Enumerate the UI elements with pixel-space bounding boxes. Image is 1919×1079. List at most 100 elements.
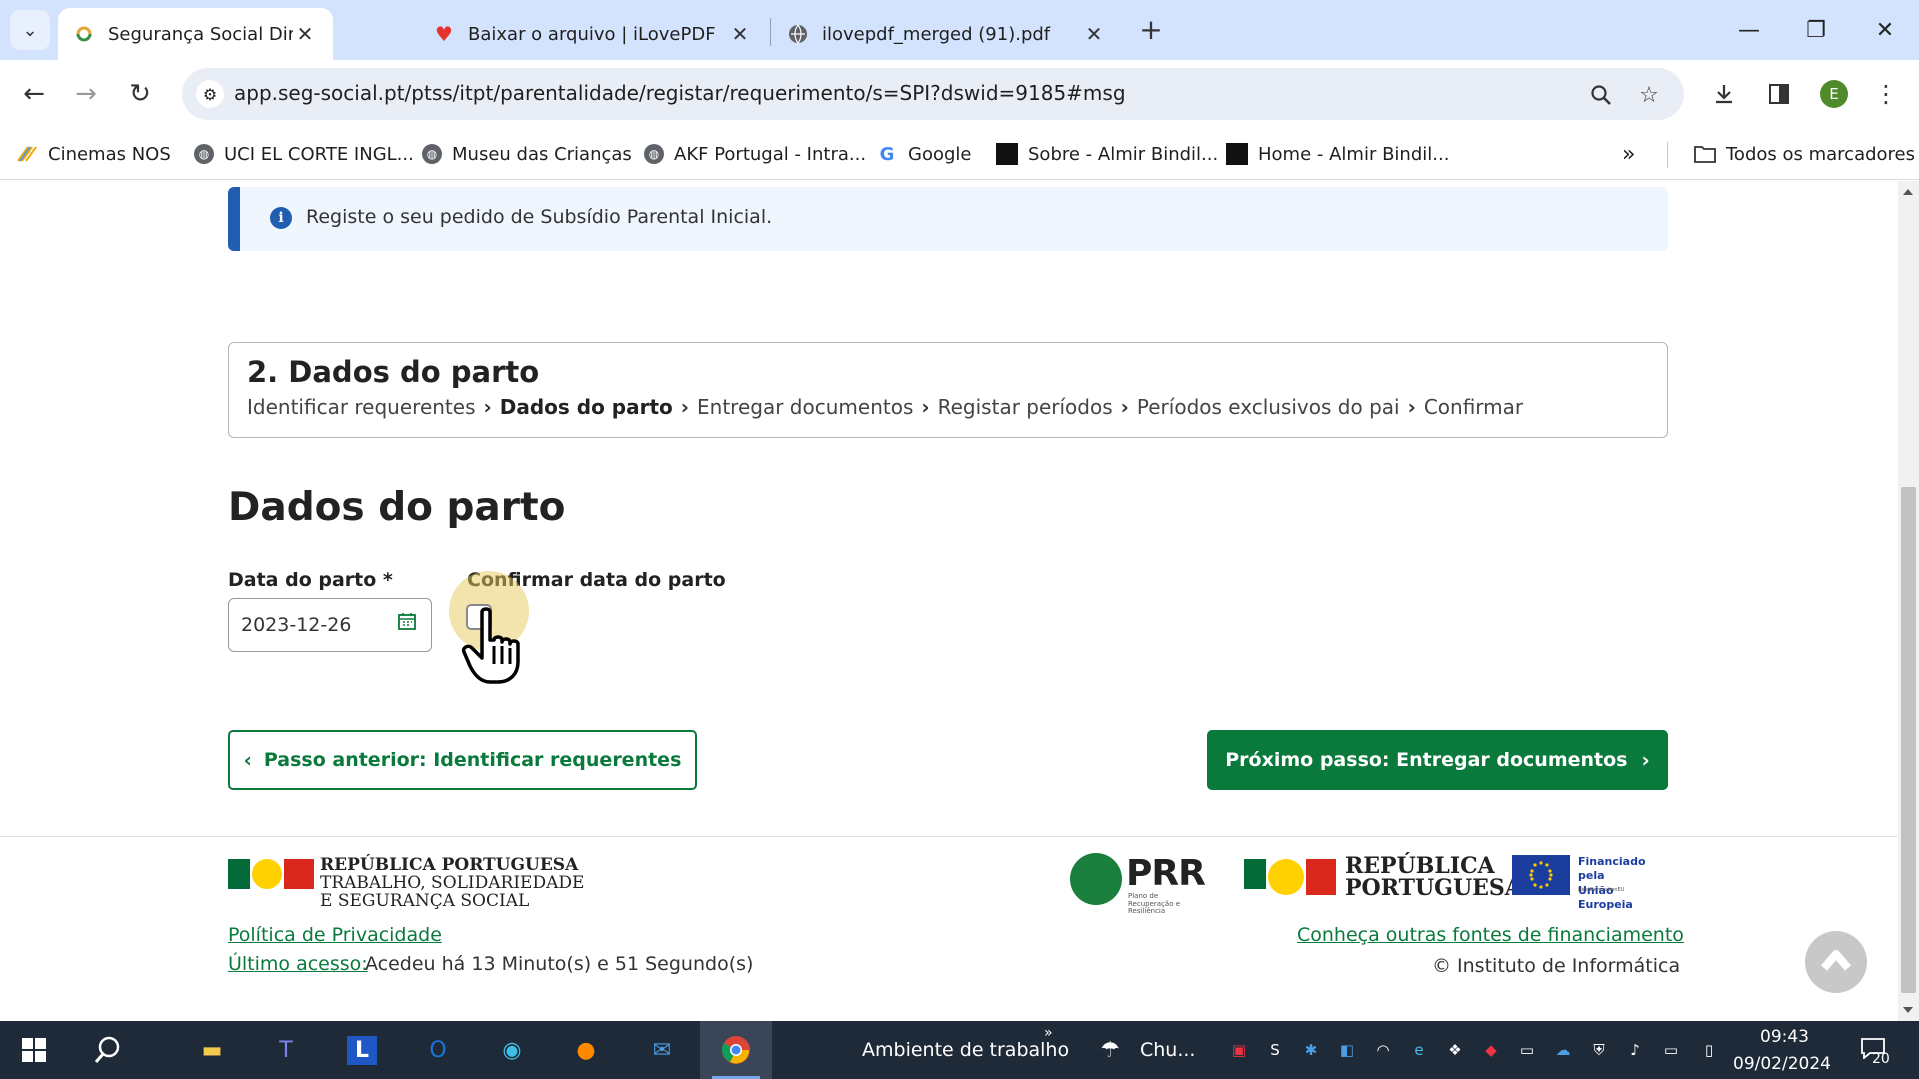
usb-icon[interactable]: ▯ [1698, 1039, 1720, 1061]
birth-date-input[interactable] [241, 611, 381, 639]
search-button[interactable] [88, 1030, 128, 1070]
dark-square-icon [996, 143, 1018, 165]
previous-step-button[interactable]: ‹ Passo anterior: Identificar requerente… [228, 730, 697, 790]
steps-progress: 2. Dados do parto Identificar requerente… [228, 342, 1668, 438]
bookmark-akf[interactable]: ◍ AKF Portugal - Intra... [644, 138, 866, 170]
onedrive-icon[interactable]: ☁ [1552, 1039, 1574, 1061]
bluetooth-icon[interactable]: ✱ [1300, 1039, 1322, 1061]
minimize-button[interactable]: — [1724, 8, 1774, 52]
close-window-button[interactable]: ✕ [1860, 8, 1910, 52]
rp-logo-line: REPÚBLICA [1345, 853, 1495, 879]
globe-icon [788, 24, 808, 44]
launcher-l-icon[interactable]: L [342, 1030, 382, 1070]
address-bar[interactable]: ⚙ app.seg-social.pt/ptss/itpt/parentalid… [182, 68, 1684, 120]
anydesk-icon[interactable]: ◆ [1480, 1039, 1502, 1061]
browser-tab-strip: ⌄ Segurança Social Direta ✕ ♥ Baixar o a… [0, 0, 1919, 60]
previous-step-label: Passo anterior: Identificar requerentes [263, 749, 682, 771]
edge-icon[interactable]: ◉ [492, 1030, 532, 1070]
close-tab-icon[interactable]: ✕ [1082, 22, 1106, 46]
dropbox-icon[interactable]: ❖ [1444, 1039, 1466, 1061]
bookmark-cinemas-nos[interactable]: Cinemas NOS [16, 138, 171, 170]
info-message: Registe o seu pedido de Subsídio Parenta… [306, 206, 773, 228]
minimize-icon: — [1738, 17, 1760, 43]
notifications-button[interactable]: 20 [1860, 1037, 1894, 1071]
chrome-icon[interactable] [716, 1030, 756, 1070]
funding-sources-link[interactable]: Conheça outras fontes de financiamento [1297, 924, 1684, 946]
more-bookmarks-button[interactable]: » [1622, 138, 1635, 170]
bookmark-museu[interactable]: ◍ Museu das Crianças [422, 138, 632, 170]
page-scrollbar[interactable] [1898, 181, 1919, 1021]
url-text[interactable]: app.seg-social.pt/ptss/itpt/parentalidad… [234, 81, 1126, 105]
bookmark-google[interactable]: G Google [876, 138, 972, 170]
breadcrumb-item-current: Dados do parto [499, 395, 673, 419]
scroll-down-arrow-icon[interactable] [1903, 1007, 1913, 1013]
teams-icon[interactable]: T [266, 1030, 306, 1070]
new-tab-button[interactable]: + [1134, 14, 1168, 48]
privacy-policy-link[interactable]: Política de Privacidade [228, 924, 442, 946]
logo-line: E SEGURANÇA SOCIAL [320, 891, 530, 911]
tab-pdf[interactable]: ilovepdf_merged (91).pdf ✕ [772, 8, 1122, 60]
bookmark-home-almir[interactable]: Home - Almir Bindil... [1226, 138, 1449, 170]
tray-app-icon[interactable]: ▭ [1516, 1039, 1538, 1061]
file-explorer-icon[interactable]: ▬ [192, 1030, 232, 1070]
google-icon: G [879, 143, 895, 165]
zoom-icon[interactable] [1586, 80, 1616, 110]
birth-date-field[interactable] [228, 598, 432, 652]
site-info-icon[interactable]: ⚙ [196, 80, 224, 108]
tray-app-icon[interactable]: ▣ [1228, 1039, 1250, 1061]
edge-tray-icon[interactable]: e [1408, 1039, 1430, 1061]
windows-start-button[interactable] [14, 1030, 54, 1070]
security-shield-icon[interactable]: ⛨ [1588, 1039, 1610, 1061]
logo-line: REPÚBLICA PORTUGUESA [320, 855, 579, 875]
next-step-button[interactable]: Próximo passo: Entregar documentos › [1207, 730, 1668, 790]
bookmark-sobre-almir[interactable]: Sobre - Almir Bindil... [996, 138, 1218, 170]
chevron-left-icon: ‹ [243, 748, 252, 772]
weather-rain-icon[interactable]: ☂ [1090, 1030, 1130, 1070]
arrow-left-icon: ← [23, 79, 45, 109]
tab-search-button[interactable]: ⌄ [10, 10, 50, 50]
tray-app-icon[interactable]: ◧ [1336, 1039, 1358, 1061]
scrollbar-thumb[interactable] [1901, 487, 1916, 993]
back-to-top-button[interactable] [1805, 931, 1867, 993]
tab-seguranca-social[interactable]: Segurança Social Direta ✕ [58, 8, 333, 60]
calendar-icon[interactable] [397, 611, 417, 631]
double-chevron-right-icon[interactable]: » [1044, 1025, 1053, 1041]
folder-icon [1694, 143, 1716, 165]
forward-button[interactable]: → [64, 72, 108, 116]
desktop-toolbar-label[interactable]: Ambiente de trabalho [862, 1039, 1069, 1061]
scroll-up-arrow-icon[interactable] [1903, 189, 1913, 195]
funding-logos: PRR Plano de Recuperação e Resiliência R… [1070, 853, 1670, 915]
restore-button[interactable]: ❐ [1791, 8, 1841, 52]
close-tab-icon[interactable]: ✕ [293, 22, 317, 46]
clock-date[interactable]: 09/02/2024 [1733, 1054, 1831, 1074]
more-menu-icon[interactable]: ⋮ [1864, 72, 1908, 116]
bookmark-uci[interactable]: ◍ UCI EL CORTE INGL... [194, 138, 414, 170]
firefox-icon[interactable]: ● [566, 1030, 606, 1070]
volume-icon[interactable]: ♪ [1624, 1039, 1646, 1061]
tab-ilovepdf[interactable]: ♥ Baixar o arquivo | iLovePDF ✕ [418, 8, 768, 60]
side-panel-icon[interactable] [1757, 72, 1801, 116]
all-bookmarks-button[interactable]: Todos os marcadores [1694, 138, 1915, 170]
birth-date-label: Data do parto * [228, 569, 393, 591]
back-button[interactable]: ← [12, 72, 56, 116]
bookmark-star-icon[interactable]: ☆ [1634, 80, 1664, 110]
download-icon[interactable] [1702, 72, 1746, 116]
battery-icon[interactable]: ▭ [1660, 1039, 1682, 1061]
clock-time[interactable]: 09:43 [1760, 1027, 1809, 1047]
reload-button[interactable]: ↻ [118, 72, 162, 116]
skype-icon[interactable]: S [1264, 1039, 1286, 1061]
bookmark-label: Home - Almir Bindil... [1258, 143, 1450, 165]
mail-icon[interactable]: ✉ [642, 1030, 682, 1070]
footer-divider [0, 836, 1898, 837]
outlook-icon[interactable]: O [418, 1030, 458, 1070]
chevron-right-icon: › [1120, 395, 1129, 419]
weather-label[interactable]: Chu... [1140, 1039, 1195, 1061]
hand-cursor-icon [461, 607, 520, 684]
eu-sub-text: NextGenerationEU [1578, 887, 1625, 893]
breadcrumb-item: Entregar documentos [697, 395, 914, 419]
chevron-up-icon [1820, 950, 1852, 971]
wifi-icon[interactable]: ◠ [1372, 1039, 1394, 1061]
profile-avatar[interactable]: E [1820, 80, 1848, 108]
close-tab-icon[interactable]: ✕ [728, 22, 752, 46]
last-access-link[interactable]: Último acesso: [228, 953, 368, 975]
